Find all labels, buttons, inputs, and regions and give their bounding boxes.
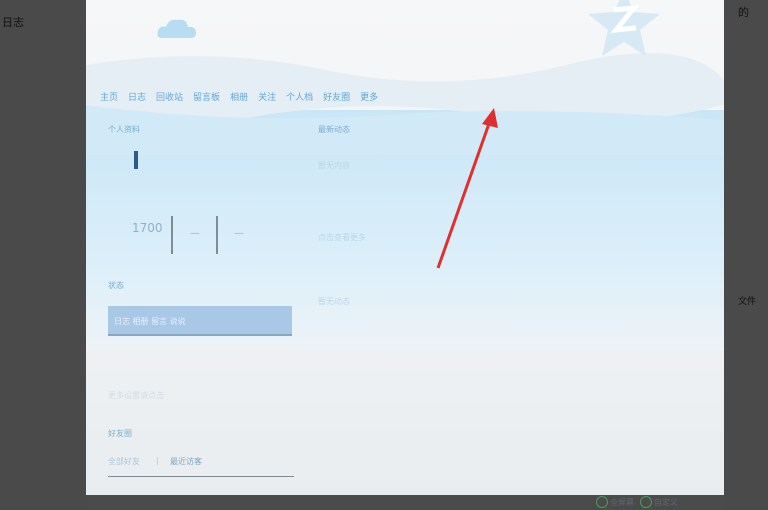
nav-item-profile[interactable]: 个人档 (286, 90, 323, 104)
divider (108, 476, 294, 477)
nav-item-log[interactable]: 日志 (128, 90, 156, 104)
tab-all-friends[interactable]: 全部好友 (108, 456, 140, 467)
settings-link[interactable]: 更多设置请点击 (108, 390, 164, 401)
faint-text: 点击查看更多 (318, 233, 366, 242)
cloud-icon (157, 19, 196, 38)
faint-text: 暂无内容 (318, 161, 350, 170)
nav-item-follow[interactable]: 关注 (258, 90, 286, 104)
footer-bar: 全屏幕 自定义 (596, 494, 726, 510)
customize-label: 自定义 (654, 497, 678, 507)
background-right: 的 文件 (724, 0, 768, 510)
nav-item-recycle[interactable]: 回收站 (156, 90, 193, 104)
nav-item-more[interactable]: 更多 (360, 90, 388, 104)
fullscreen-label: 全屏幕 (610, 497, 634, 507)
dash-text: — (190, 228, 200, 239)
status-label: 状态 (108, 281, 124, 290)
blog-modal: 主页 日志 回收站 留言板 相册 关注 个人档 好友圈 更多 个人资料 最新动态… (86, 0, 724, 495)
background-text: 的 (738, 6, 749, 19)
fullscreen-icon (596, 496, 608, 508)
faint-text: 暂无动态 (318, 297, 350, 306)
friends-label: 好友圈 (108, 429, 132, 438)
tab-recent-visitors[interactable]: 最近访客 (170, 456, 202, 467)
divider (216, 216, 218, 254)
customize-icon (640, 496, 652, 508)
text-cursor (134, 151, 138, 169)
dash-text: — (234, 228, 244, 239)
star-logo-icon (588, 0, 660, 56)
nav-item-messages[interactable]: 留言板 (193, 90, 230, 104)
visibility-select[interactable]: 日志 相册 留言 说说 (108, 306, 292, 336)
nav-item-home[interactable]: 主页 (100, 90, 128, 104)
main-nav: 主页 日志 回收站 留言板 相册 关注 个人档 好友圈 更多 (100, 90, 388, 104)
select-value: 日志 相册 留言 说说 (114, 317, 186, 326)
number-value: 1700 (132, 221, 163, 235)
nav-item-album[interactable]: 相册 (230, 90, 258, 104)
customize-button[interactable]: 自定义 (640, 496, 678, 508)
personal-label: 个人资料 (108, 125, 140, 134)
nav-item-friends[interactable]: 好友圈 (323, 90, 360, 104)
background-text: 文件 (738, 297, 757, 307)
fullscreen-button[interactable]: 全屏幕 (596, 496, 634, 508)
recent-label: 最新动态 (318, 125, 350, 134)
tab-separator: | (156, 456, 159, 465)
divider (171, 216, 173, 254)
background-text: 日志 (2, 16, 24, 29)
background-left: 日志 (0, 0, 86, 510)
